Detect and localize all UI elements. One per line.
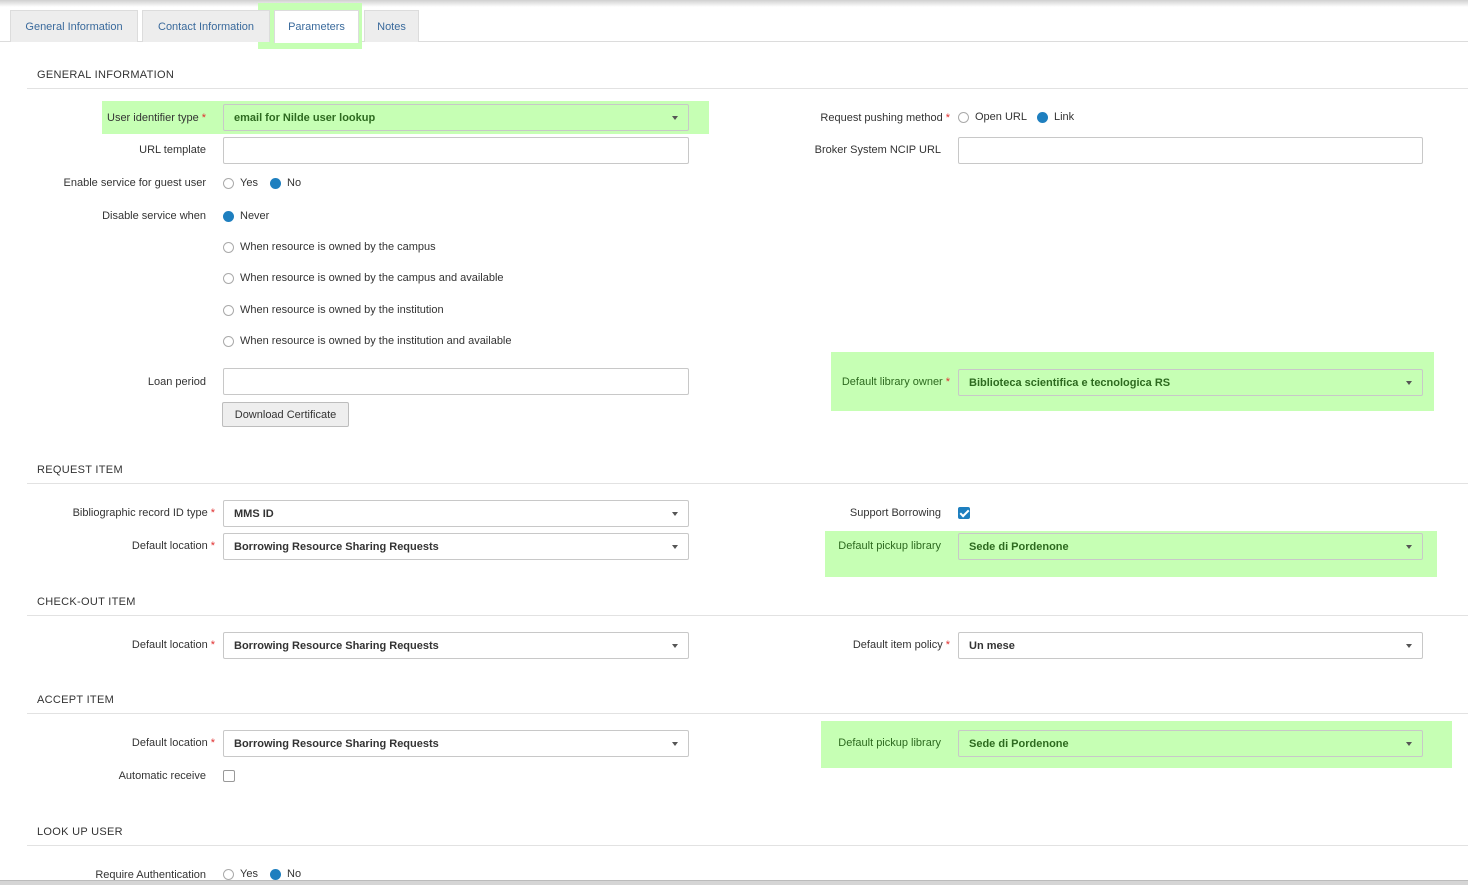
pushing-open-url-radio[interactable]: Open URL [958, 111, 1027, 123]
accept-default-pickup-select[interactable]: Sede di Pordenone [958, 730, 1423, 757]
automatic-receive-label: Automatic receive [118, 770, 206, 782]
accept-default-location-label: Default location * [131, 737, 215, 749]
tab-notes[interactable]: Notes [364, 10, 419, 42]
broker-ncip-input[interactable] [958, 137, 1423, 164]
default-item-policy-label: Default item policy * [852, 639, 950, 651]
guest-no-radio[interactable]: No [270, 177, 301, 189]
chevron-down-icon [672, 742, 678, 746]
request-pushing-label: Request pushing method * [820, 112, 950, 124]
section-checkout-item: CHECK-OUT ITEM [37, 596, 136, 608]
divider [27, 713, 1468, 714]
divider [27, 615, 1468, 616]
pushing-link-radio[interactable]: Link [1037, 111, 1074, 123]
tab-parameters[interactable]: Parameters [274, 10, 359, 43]
checkout-default-location-label: Default location * [131, 639, 215, 651]
disable-never-radio[interactable]: Never [223, 210, 269, 222]
divider [27, 88, 1468, 89]
automatic-receive-checkbox[interactable] [223, 770, 235, 782]
tab-general-information[interactable]: General Information [10, 10, 138, 42]
disable-institution-available-radio[interactable]: When resource is owned by the institutio… [223, 335, 512, 347]
chevron-down-icon [1406, 742, 1412, 746]
divider [27, 483, 1468, 484]
section-general-information: GENERAL INFORMATION [37, 69, 175, 81]
require-auth-yes-radio[interactable]: Yes [223, 868, 258, 880]
tab-bar: General Information Contact Information … [0, 0, 1468, 49]
request-default-pickup-select[interactable]: Sede di Pordenone [958, 533, 1423, 560]
loan-period-input[interactable] [223, 368, 689, 395]
request-default-location-label: Default location * [131, 540, 215, 552]
support-borrowing-checkbox[interactable] [958, 507, 970, 519]
bottom-scrollbar[interactable] [0, 880, 1468, 885]
chevron-down-icon [672, 116, 678, 120]
url-template-input[interactable] [223, 137, 689, 164]
require-auth-no-radio[interactable]: No [270, 868, 301, 880]
broker-ncip-label: Broker System NCIP URL [814, 144, 941, 156]
bib-id-type-label: Bibliographic record ID type * [72, 507, 215, 519]
chevron-down-icon [672, 644, 678, 648]
section-lookup-user: LOOK UP USER [37, 826, 123, 838]
disable-campus-available-radio[interactable]: When resource is owned by the campus and… [223, 272, 504, 284]
accept-default-location-select[interactable]: Borrowing Resource Sharing Requests [223, 730, 689, 757]
disable-institution-radio[interactable]: When resource is owned by the institutio… [223, 304, 444, 316]
guest-user-label: Enable service for guest user [63, 177, 206, 189]
chevron-down-icon [1406, 644, 1412, 648]
checkout-default-location-select[interactable]: Borrowing Resource Sharing Requests [223, 632, 689, 659]
user-identifier-type-label: User identifier type * [107, 112, 206, 124]
divider [27, 845, 1468, 846]
section-request-item: REQUEST ITEM [37, 464, 123, 476]
tab-contact-information[interactable]: Contact Information [142, 10, 270, 42]
chevron-down-icon [1406, 381, 1412, 385]
loan-period-label: Loan period [147, 376, 206, 388]
download-certificate-button[interactable]: Download Certificate [222, 402, 349, 427]
url-template-label: URL template [139, 144, 206, 156]
section-accept-item: ACCEPT ITEM [37, 694, 115, 706]
chevron-down-icon [1406, 545, 1412, 549]
disable-service-label: Disable service when [102, 210, 206, 222]
chevron-down-icon [672, 512, 678, 516]
accept-default-pickup-label: Default pickup library [838, 737, 941, 749]
support-borrowing-label: Support Borrowing [849, 507, 941, 519]
default-library-owner-select[interactable]: Biblioteca scientifica e tecnologica RS [958, 369, 1423, 396]
bib-id-type-select[interactable]: MMS ID [223, 500, 689, 527]
default-item-policy-select[interactable]: Un mese [958, 632, 1423, 659]
chevron-down-icon [672, 545, 678, 549]
request-default-location-select[interactable]: Borrowing Resource Sharing Requests [223, 533, 689, 560]
request-default-pickup-label: Default pickup library [838, 540, 941, 552]
disable-campus-radio[interactable]: When resource is owned by the campus [223, 241, 436, 253]
user-identifier-type-select[interactable]: email for Nilde user lookup [223, 104, 689, 131]
guest-yes-radio[interactable]: Yes [223, 177, 258, 189]
default-library-owner-label: Default library owner * [841, 376, 950, 388]
